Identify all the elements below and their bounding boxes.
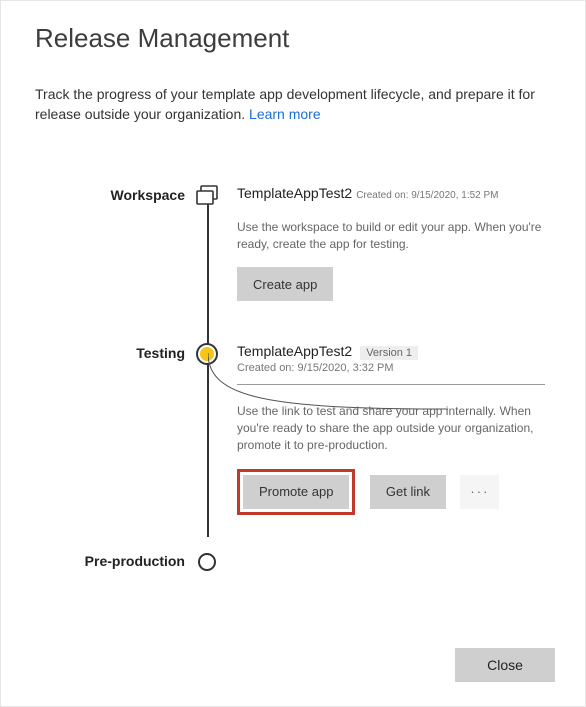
promote-app-highlight: Promote app: [237, 469, 355, 515]
stage-label-preproduction: Pre-production: [35, 553, 185, 569]
learn-more-link[interactable]: Learn more: [249, 106, 321, 122]
release-management-dialog: Release Management Track the progress of…: [0, 0, 586, 707]
create-app-button[interactable]: Create app: [237, 267, 333, 301]
close-button[interactable]: Close: [455, 648, 555, 682]
testing-node-icon: [200, 347, 214, 361]
workspace-item-name: TemplateAppTest2: [237, 185, 352, 201]
workspace-item-header: TemplateAppTest2 Created on: 9/15/2020, …: [237, 185, 545, 201]
workspace-icon: [195, 185, 221, 207]
testing-divider: [237, 384, 545, 385]
workspace-description: Use the workspace to build or edit your …: [237, 219, 545, 254]
testing-item-header: TemplateAppTest2 Version 1: [237, 343, 545, 360]
stage-preproduction: Pre-production: [67, 551, 551, 591]
stage-label-workspace: Workspace: [35, 187, 185, 203]
promote-app-button[interactable]: Promote app: [243, 475, 349, 509]
testing-description: Use the link to test and share your app …: [237, 403, 545, 455]
stage-testing-body: TemplateAppTest2 Version 1 Created on: 9…: [237, 343, 551, 515]
testing-item-name: TemplateAppTest2: [237, 343, 352, 359]
preproduction-node-icon: [198, 553, 216, 571]
stage-label-testing: Testing: [35, 345, 185, 361]
intro-text: Track the progress of your template app …: [35, 84, 551, 125]
page-title: Release Management: [35, 23, 551, 54]
release-timeline: Workspace TemplateAppTest2 Created on: 9…: [67, 185, 551, 591]
version-badge: Version 1: [360, 346, 418, 360]
stage-workspace-body: TemplateAppTest2 Created on: 9/15/2020, …: [237, 185, 551, 302]
testing-created-on: Created on: 9/15/2020, 3:32 PM: [237, 362, 545, 374]
workspace-created-on: Created on: 9/15/2020, 1:52 PM: [356, 190, 498, 201]
more-actions-button[interactable]: ···: [460, 475, 499, 509]
get-link-button[interactable]: Get link: [370, 475, 446, 509]
stage-testing: Testing TemplateAppTest2 Version 1 Creat…: [67, 343, 551, 543]
stage-workspace: Workspace TemplateAppTest2 Created on: 9…: [67, 185, 551, 335]
